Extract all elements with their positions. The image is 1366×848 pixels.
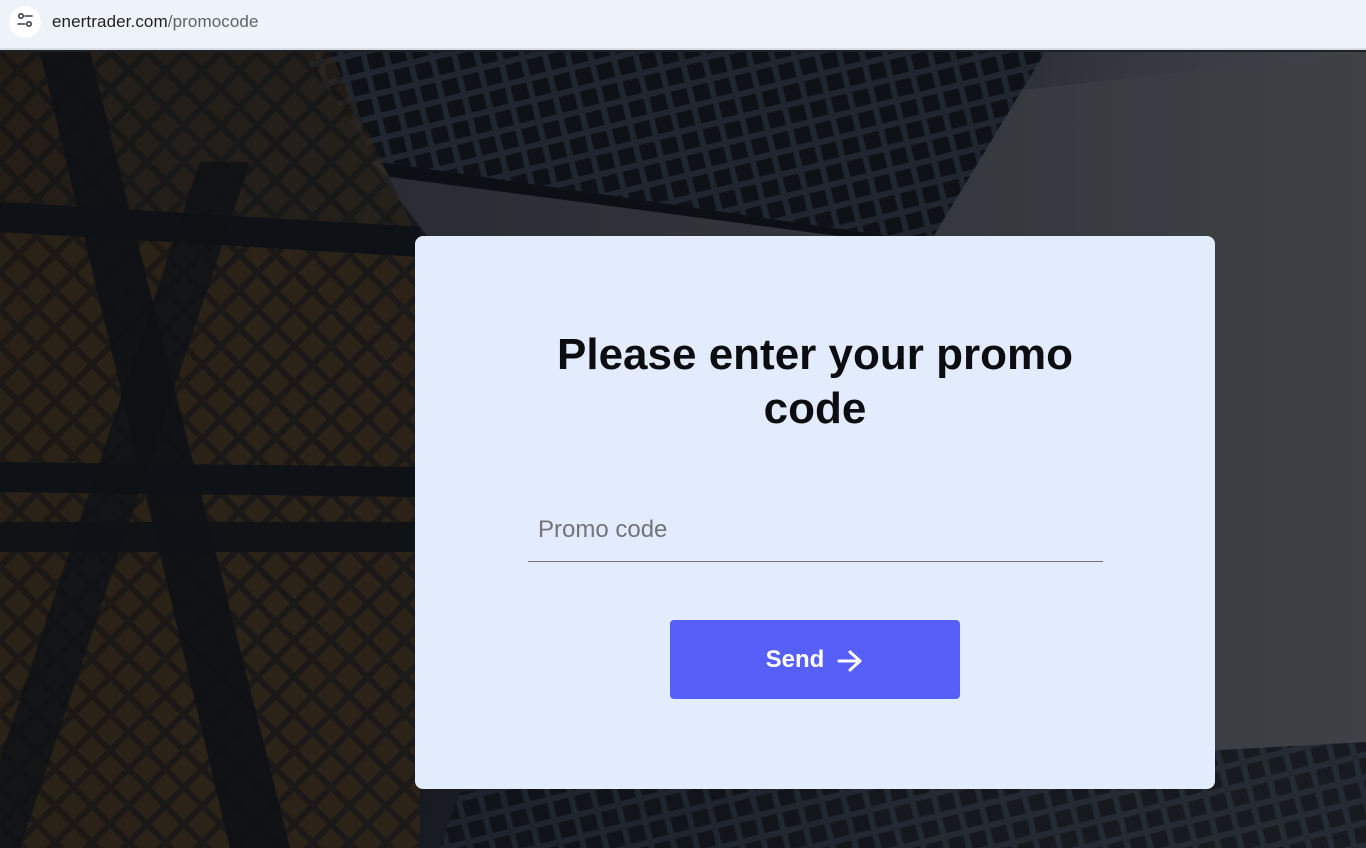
promo-code-field xyxy=(528,502,1103,562)
send-button[interactable]: Send xyxy=(670,620,960,699)
browser-address-bar: enertrader.com/promocode xyxy=(0,0,1366,50)
tune-icon xyxy=(16,11,34,34)
promo-card: Please enter your promo code Send xyxy=(415,236,1215,789)
page-title: Please enter your promo code xyxy=(557,330,1073,433)
site-info-button[interactable] xyxy=(9,6,41,38)
url-path: /promocode xyxy=(167,12,259,31)
address-url[interactable]: enertrader.com/promocode xyxy=(52,12,259,32)
send-button-label: Send xyxy=(765,645,825,673)
url-domain: enertrader.com xyxy=(52,12,168,31)
promo-code-input[interactable] xyxy=(528,510,1103,550)
arrow-right-icon xyxy=(836,649,864,673)
